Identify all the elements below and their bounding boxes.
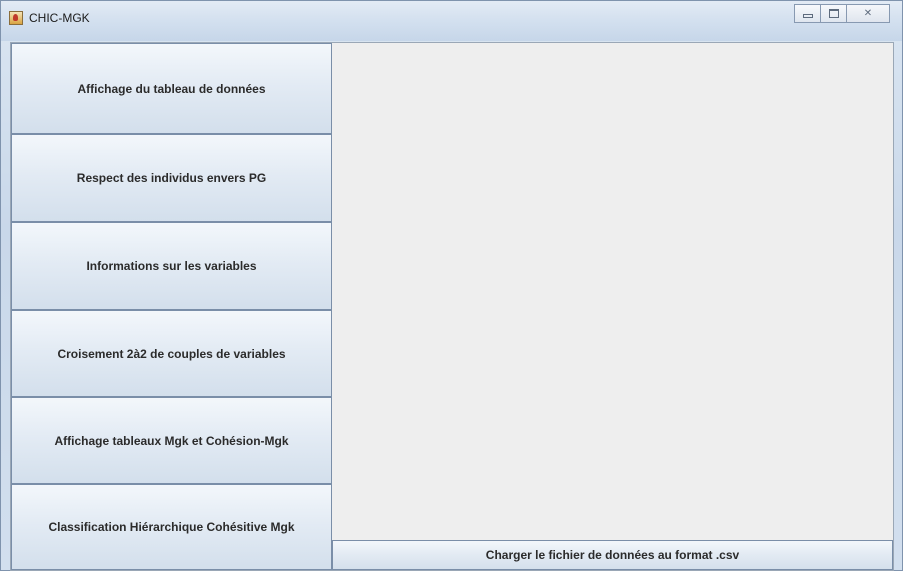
application-window: CHIC-MGK ✕ Affichage du tableau de donné… [0, 0, 903, 571]
button-label: Informations sur les variables [86, 259, 257, 273]
button-label: Croisement 2à2 de couples de variables [57, 346, 286, 361]
close-icon: ✕ [863, 8, 873, 19]
display-data-table-button[interactable]: Affichage du tableau de données [11, 43, 332, 134]
button-label: Respect des individus envers PG [76, 171, 267, 185]
variables-info-button[interactable]: Informations sur les variables [11, 222, 332, 310]
window-controls: ✕ [794, 4, 890, 24]
hierarchical-classification-button[interactable]: Classification Hiérarchique Cohésitive M… [11, 484, 332, 570]
main-panel: Affichage du tableau de données Respect … [10, 42, 894, 571]
window-title: CHIC-MGK [29, 11, 90, 25]
content-area [332, 43, 893, 540]
maximize-button[interactable] [820, 4, 847, 23]
action-button-column: Affichage du tableau de données Respect … [11, 43, 332, 570]
button-label: Affichage du tableau de données [77, 81, 266, 96]
individuals-respect-pg-button[interactable]: Respect des individus envers PG [11, 134, 332, 222]
load-csv-button[interactable]: Charger le fichier de données au format … [332, 540, 893, 570]
pairwise-variables-crossing-button[interactable]: Croisement 2à2 de couples de variables [11, 310, 332, 397]
button-label: Charger le fichier de données au format … [485, 548, 740, 562]
maximize-icon [828, 9, 839, 18]
minimize-button[interactable] [794, 4, 821, 23]
mgk-cohesion-tables-button[interactable]: Affichage tableaux Mgk et Cohésion-Mgk [11, 397, 332, 484]
close-button[interactable]: ✕ [846, 4, 890, 23]
minimize-icon [802, 13, 813, 18]
button-label: Affichage tableaux Mgk et Cohésion-Mgk [54, 433, 289, 448]
title-bar[interactable]: CHIC-MGK ✕ [1, 1, 902, 41]
button-label: Classification Hiérarchique Cohésitive M… [48, 520, 295, 534]
java-app-icon [9, 11, 23, 25]
